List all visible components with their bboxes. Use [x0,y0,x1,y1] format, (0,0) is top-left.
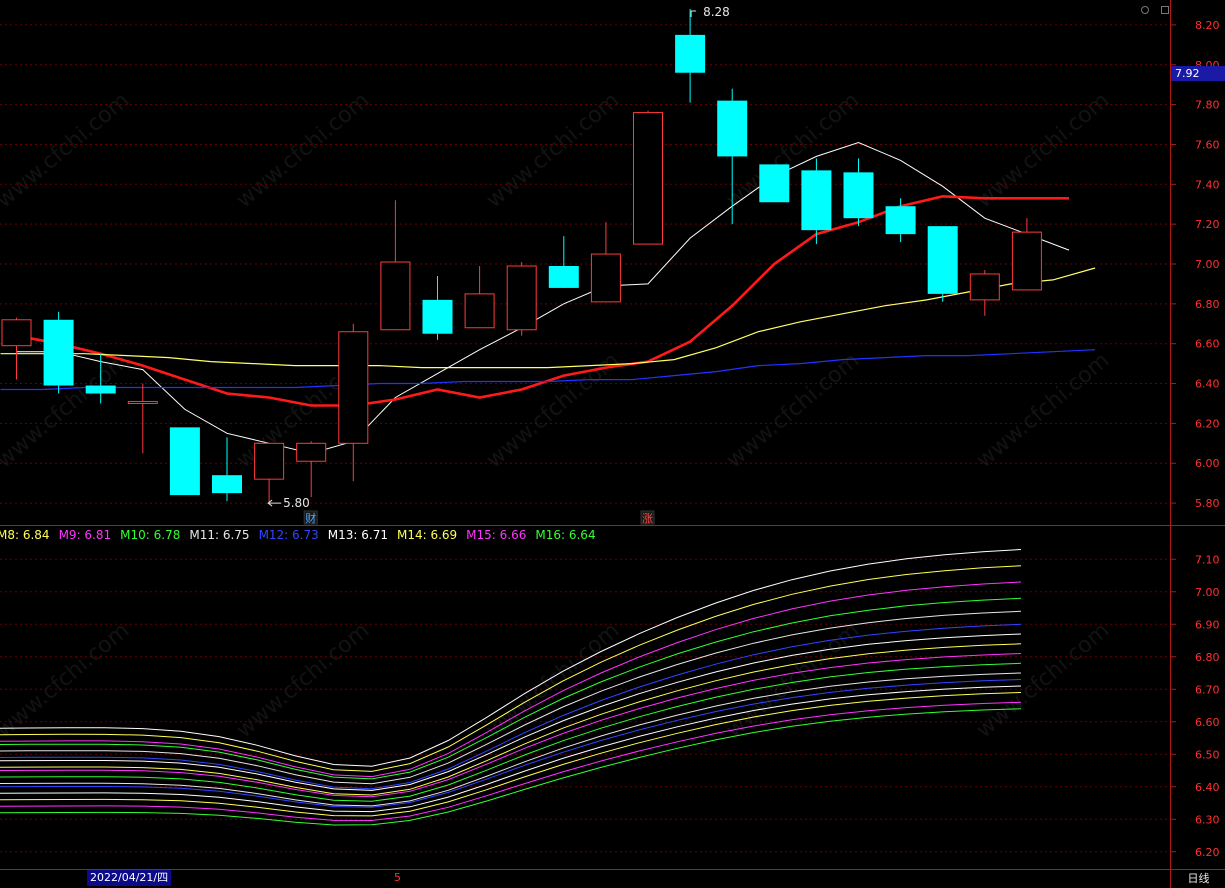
close-glyph [1161,6,1169,14]
indicator-legend-item: M12: 6.73 [258,528,319,542]
current-price-value: 7.92 [1175,67,1200,80]
current-price-tag: 7.92 [1171,66,1225,81]
candle-body [548,265,579,288]
candle-body [85,385,116,394]
indicator-tick-label: 6.60 [1195,716,1220,729]
low-marker-label: 5.80 [283,496,310,510]
date-cursor-value: 2022/04/21/四 [90,871,169,884]
indicator-legend-item: M11: 6.75 [189,528,250,542]
indicator-tick-label: 6.90 [1195,618,1220,631]
price-tick-label: 6.20 [1195,417,1220,430]
indicator-tick-label: 6.80 [1195,651,1220,664]
period-selector[interactable]: 日线 [1172,870,1225,888]
candle-down[interactable] [759,164,790,203]
indicator-legend-item: M14: 6.69 [396,528,458,542]
price-tick-label: 6.00 [1195,457,1220,470]
indicator-tick-label: 6.30 [1195,813,1220,826]
indicator-legend-item: M9: 6.81 [58,528,112,542]
candle-down[interactable] [169,427,200,496]
candle-body [675,34,706,73]
candle-body [338,331,369,444]
price-tick-label: 7.40 [1195,178,1220,191]
indicator-tick-label: 6.40 [1195,781,1220,794]
indicator-tick-label: 7.10 [1195,553,1220,566]
indicator-legend: M8: 6.84 M9: 6.81 M10: 6.78 M11: 6.75 M12: 6… [0,528,596,544]
candle-body [969,273,1000,301]
event-badge-text: 财 [305,511,316,525]
price-tick-label: 7.20 [1195,218,1220,231]
indicator-tick-label: 6.20 [1195,846,1220,859]
month-marker-text: 5 [394,871,401,884]
candle-body [927,226,958,294]
candle-body [1,319,32,347]
price-tick-label: 7.80 [1195,99,1220,112]
candle-body [801,170,832,231]
candle-body [380,261,411,331]
candle-body [464,293,495,329]
price-tick-label: 6.60 [1195,338,1220,351]
candle-body [506,265,537,331]
indicator-legend-item: M16: 6.64 [535,528,596,542]
candle-body [169,427,200,496]
date-cursor-label: 2022/04/21/四 [87,870,172,886]
candle-body [843,172,874,219]
price-tick-label: 7.00 [1195,258,1220,271]
price-tick-label: 8.20 [1195,19,1220,32]
candle-body [296,442,327,462]
indicator-tick-label: 6.70 [1195,683,1220,696]
window-close-icon[interactable] [1160,0,1170,14]
indicator-legend-item: M15: 6.66 [466,528,527,542]
price-tick-label: 5.80 [1195,497,1220,510]
indicator-legend-item: M10: 6.78 [120,528,181,542]
price-tick-label: 6.80 [1195,298,1220,311]
candle-body [127,400,158,404]
candle-body [633,112,663,245]
price-tick-label: 7.60 [1195,138,1220,151]
candle-body [885,206,916,235]
window-minimize-icon[interactable] [1140,0,1150,14]
indicator-legend-item: M13: 6.71 [327,528,388,542]
candle-down[interactable] [927,226,958,302]
indicator-tick-label: 6.50 [1195,748,1220,761]
candle-up[interactable] [633,110,663,245]
candle-body [590,253,621,303]
indicator-tick-label: 7.00 [1195,586,1220,599]
minimize-glyph [1141,6,1149,14]
period-label: 日线 [1187,872,1210,885]
month-marker: 5 [394,871,401,884]
candle-body [43,319,74,386]
candle-body [254,442,285,480]
price-tick-label: 6.40 [1195,378,1220,391]
candle-body [422,299,453,334]
candle-body [759,164,790,203]
candle-down[interactable] [43,311,74,394]
event-badge-text: 涨 [642,512,653,525]
candle-body [212,475,242,494]
high-marker-label: 8.28 [703,5,730,19]
candle-up[interactable] [506,262,537,336]
candle-body [717,100,748,157]
candle-body [1011,231,1042,291]
stock-chart[interactable]: www.cfchi.com www.cfchi.com www.cfchi.com w… [0,0,1225,888]
indicator-legend-item: M8: 6.84 [0,528,50,542]
